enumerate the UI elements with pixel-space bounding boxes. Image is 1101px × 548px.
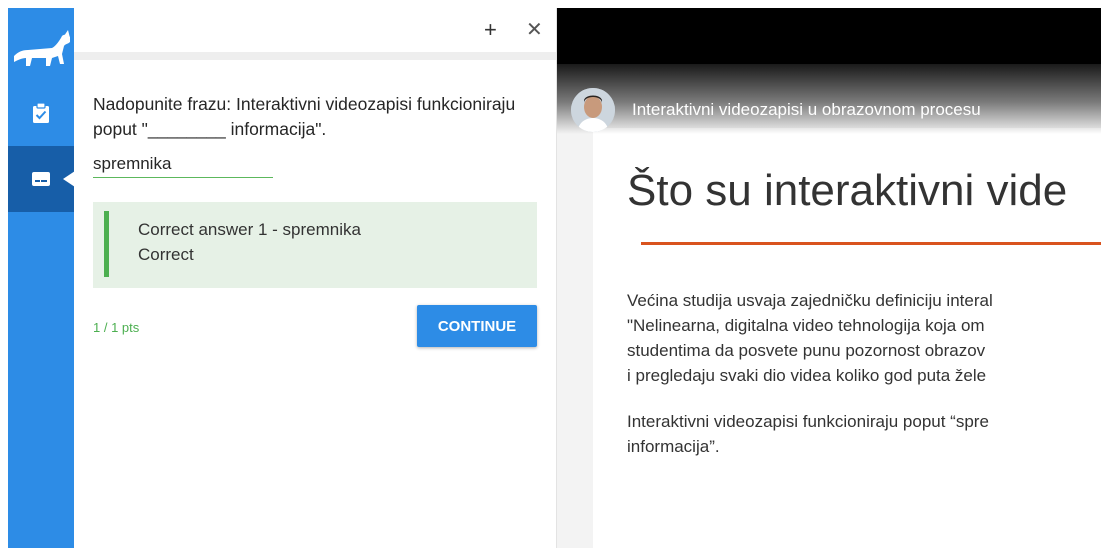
title-overlay — [557, 64, 1101, 134]
feedback-accent-bar — [104, 211, 109, 277]
close-icon[interactable]: ✕ — [526, 18, 543, 42]
feedback-box: Correct answer 1 - spremnika Correct — [93, 202, 537, 288]
panel-toolbar: + ✕ — [74, 8, 556, 52]
video-player[interactable]: Što su interaktivni vide Većina studija … — [557, 8, 1101, 548]
avatar[interactable] — [571, 88, 615, 132]
question-panel: + ✕ Nadopunite frazu: Interaktivni video… — [74, 8, 557, 548]
feedback-correct-answer: Correct answer 1 - spremnika — [138, 220, 361, 239]
slide-text-line: informacija”. — [627, 437, 720, 456]
slide-text-line: Interaktivni videozapisi funkcioniraju p… — [627, 412, 989, 431]
video-title: Interaktivni videozapisi u obrazovnom pr… — [632, 100, 981, 119]
divider — [74, 52, 556, 60]
slide-text-line: "Nelinearna, digitalna video tehnologija… — [627, 316, 985, 335]
sidebar-rail — [8, 8, 75, 548]
clipboard-check-icon — [33, 103, 49, 123]
slide-text-line: studentima da posvete punu pozornost obr… — [627, 341, 986, 360]
dog-icon — [8, 16, 74, 78]
add-icon[interactable]: + — [484, 18, 497, 42]
slide-text-line: Većina studija usvaja zajedničku definic… — [627, 291, 993, 310]
slide-rule — [641, 242, 1101, 245]
feedback-status: Correct — [138, 245, 194, 264]
sidebar-item-interactions[interactable] — [8, 146, 75, 212]
question-text: Nadopunite frazu: Interaktivni videozapi… — [93, 94, 516, 139]
slide: Što su interaktivni vide Većina studija … — [593, 128, 1101, 548]
video-top-bar — [557, 8, 1101, 64]
sidebar-item-quiz[interactable] — [8, 80, 74, 146]
slide-text-line: i pregledaju svaki dio videa koliko god … — [627, 366, 987, 385]
continue-button[interactable]: CONTINUE — [417, 305, 537, 347]
subtitles-icon — [32, 172, 50, 186]
answer-field[interactable]: spremnika — [93, 153, 273, 178]
points-label: 1 / 1 pts — [93, 320, 140, 335]
slide-heading: Što su interaktivni vide — [627, 166, 1068, 215]
